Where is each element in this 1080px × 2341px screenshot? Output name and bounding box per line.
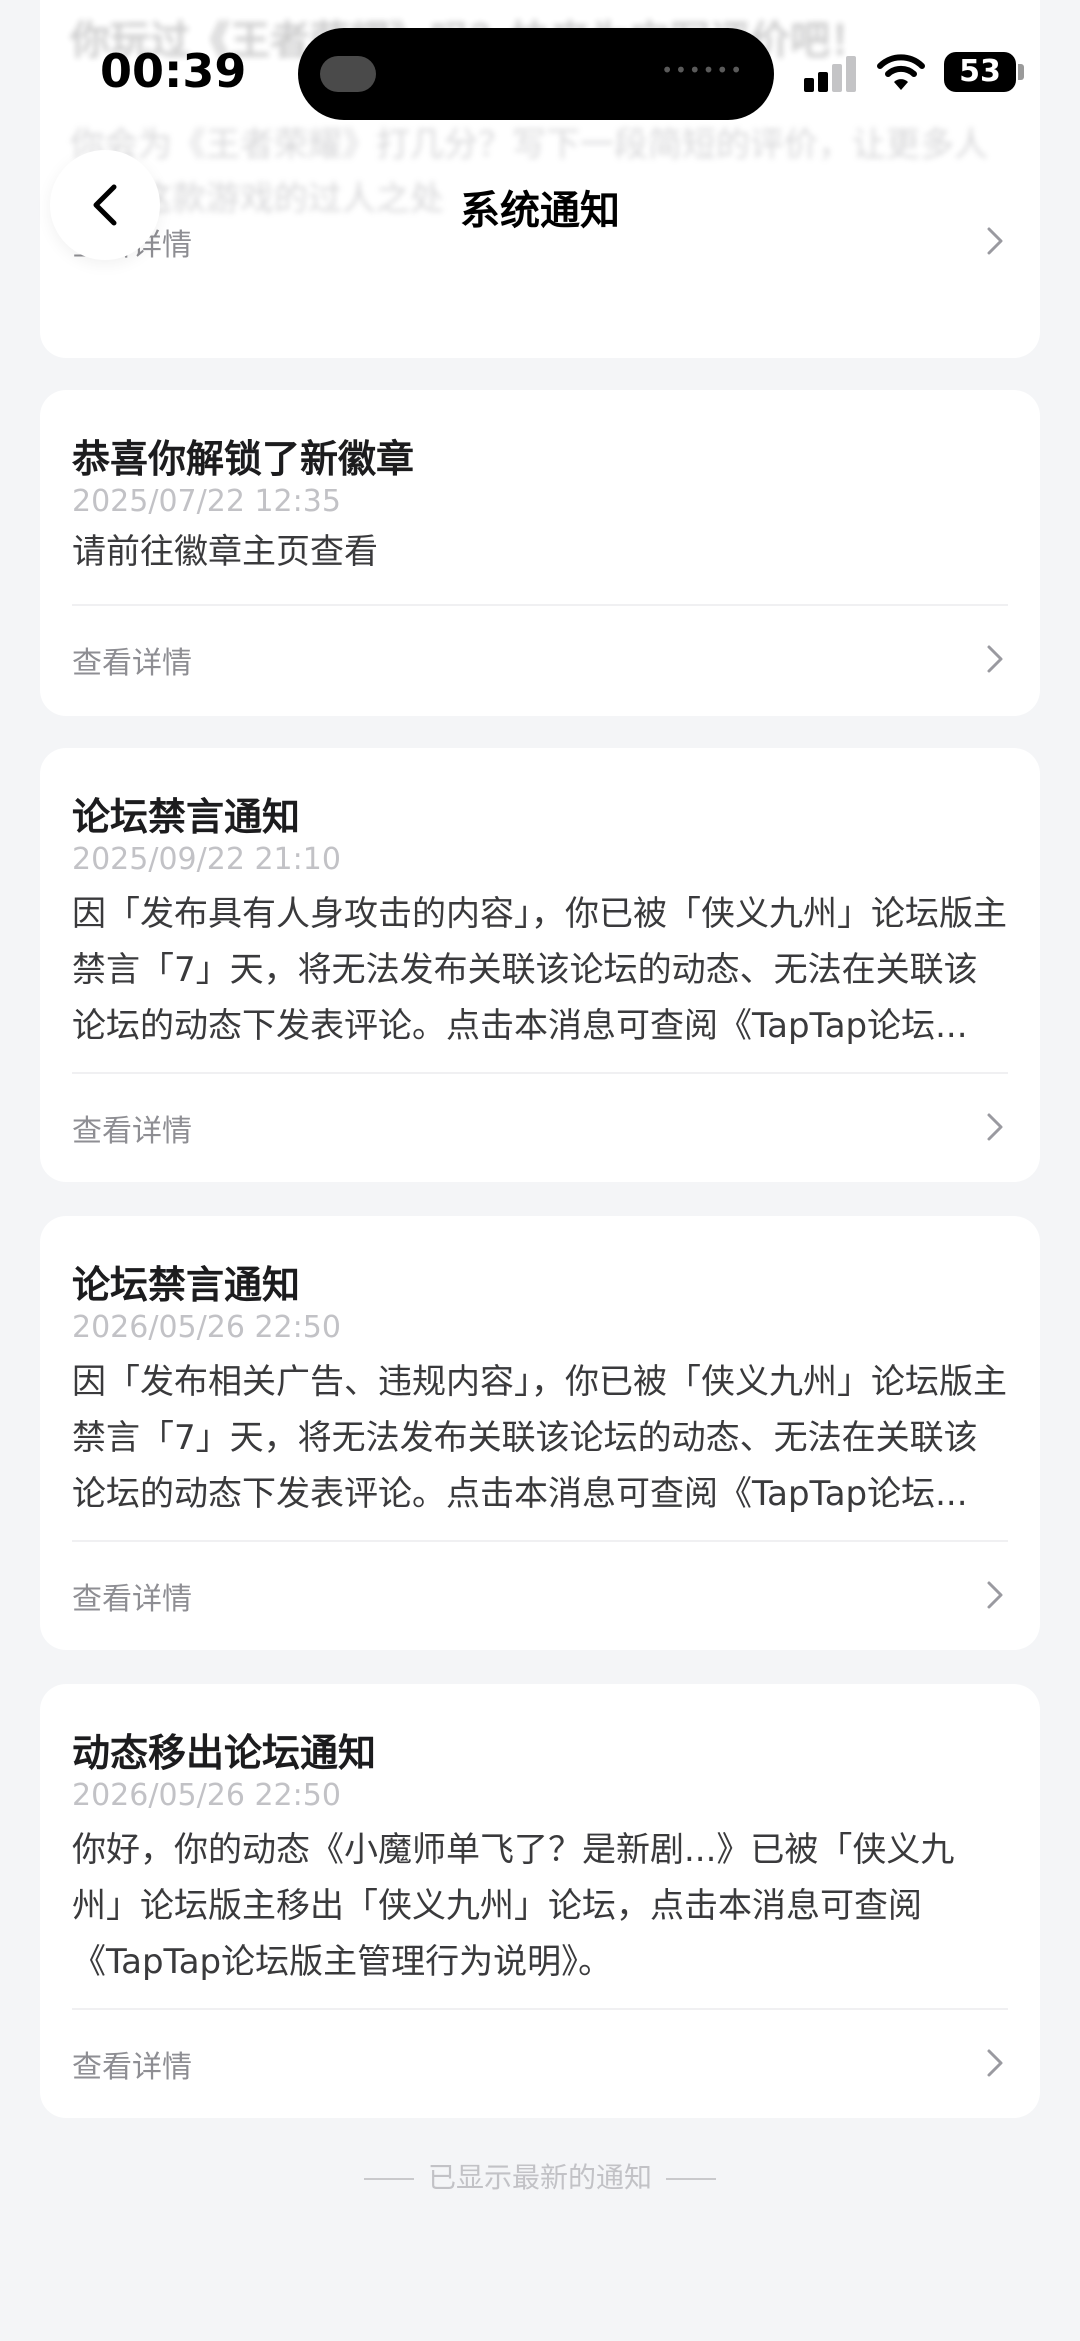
clock: 00:39: [100, 44, 247, 98]
page-title: 系统通知: [460, 188, 620, 234]
notification-body: 因「发布具有人身攻击的内容」，你已被「侠义九州」论坛版主 禁言「7」天，将无法发…: [72, 894, 1007, 1046]
view-details-link[interactable]: 查看详情: [72, 1574, 192, 1618]
end-of-list-note: 已显示最新的通知: [0, 2156, 1080, 2196]
divider: [72, 604, 1008, 606]
notification-title: 论坛禁言通知: [72, 1263, 301, 1307]
notification-card[interactable]: 动态移出论坛通知 2026/05/26 22:50 你好，你的动态《小魔师单飞了…: [40, 1684, 1040, 2118]
notification-date: 2025/07/22 12:35: [72, 484, 341, 519]
status-bar: 00:39 •••••• 53: [0, 0, 1080, 140]
divider: [363, 2178, 414, 2180]
notification-card[interactable]: 恭喜你解锁了新徽章 2025/07/22 12:35 请前往徽章主页查看 查看详…: [40, 390, 1040, 716]
notification-title: 动态移出论坛通知: [72, 1731, 377, 1775]
notification-title: 恭喜你解锁了新徽章: [72, 437, 415, 481]
divider: [72, 2008, 1008, 2010]
notification-date: 2026/05/26 22:50: [72, 1778, 341, 1813]
chevron-right-icon: [987, 2049, 1003, 2077]
end-of-list-text: 已显示最新的通知: [427, 2161, 652, 2194]
island-activity-icon: ••••••: [661, 58, 744, 82]
divider: [72, 1072, 1008, 1074]
battery-cap: [1018, 64, 1024, 80]
system-notifications-screen: 查看详情 你玩过《王者荣耀》吗？快来为它写评价吧！ 你会为《王者荣耀》打几分？写…: [0, 0, 1080, 2341]
view-details-link[interactable]: 查看详情: [72, 2042, 192, 2086]
dynamic-island: ••••••: [298, 28, 774, 120]
cellular-signal-icon: [804, 56, 860, 92]
battery-icon: 53: [944, 52, 1016, 92]
island-thumbnail-icon: [320, 56, 376, 92]
notification-body: 你好，你的动态《小魔师单飞了？是新剧...》已被「侠义九 州」论坛版主移出「侠义…: [72, 1830, 955, 1982]
view-details-link[interactable]: 查看详情: [72, 1106, 192, 1150]
chevron-right-icon: [987, 645, 1003, 673]
divider: [666, 2178, 716, 2180]
divider: [72, 1540, 1008, 1542]
notification-title: 论坛禁言通知: [72, 795, 301, 839]
notification-card[interactable]: 论坛禁言通知 2026/05/26 22:50 因「发布相关广告、违规内容」，你…: [40, 1216, 1040, 1650]
notification-date: 2025/09/22 21:10: [72, 842, 341, 877]
wifi-icon: [877, 54, 925, 90]
view-details-link[interactable]: 查看详情: [72, 638, 192, 682]
chevron-right-icon: [987, 1581, 1003, 1609]
notification-body: 请前往徽章主页查看: [72, 532, 378, 572]
chevron-right-icon: [987, 1113, 1003, 1141]
notification-body: 因「发布相关广告、违规内容」，你已被「侠义九州」论坛版主 禁言「7」天，将无法发…: [72, 1362, 1007, 1514]
notification-date: 2026/05/26 22:50: [72, 1310, 341, 1345]
notification-card[interactable]: 论坛禁言通知 2025/09/22 21:10 因「发布具有人身攻击的内容」，你…: [40, 748, 1040, 1182]
